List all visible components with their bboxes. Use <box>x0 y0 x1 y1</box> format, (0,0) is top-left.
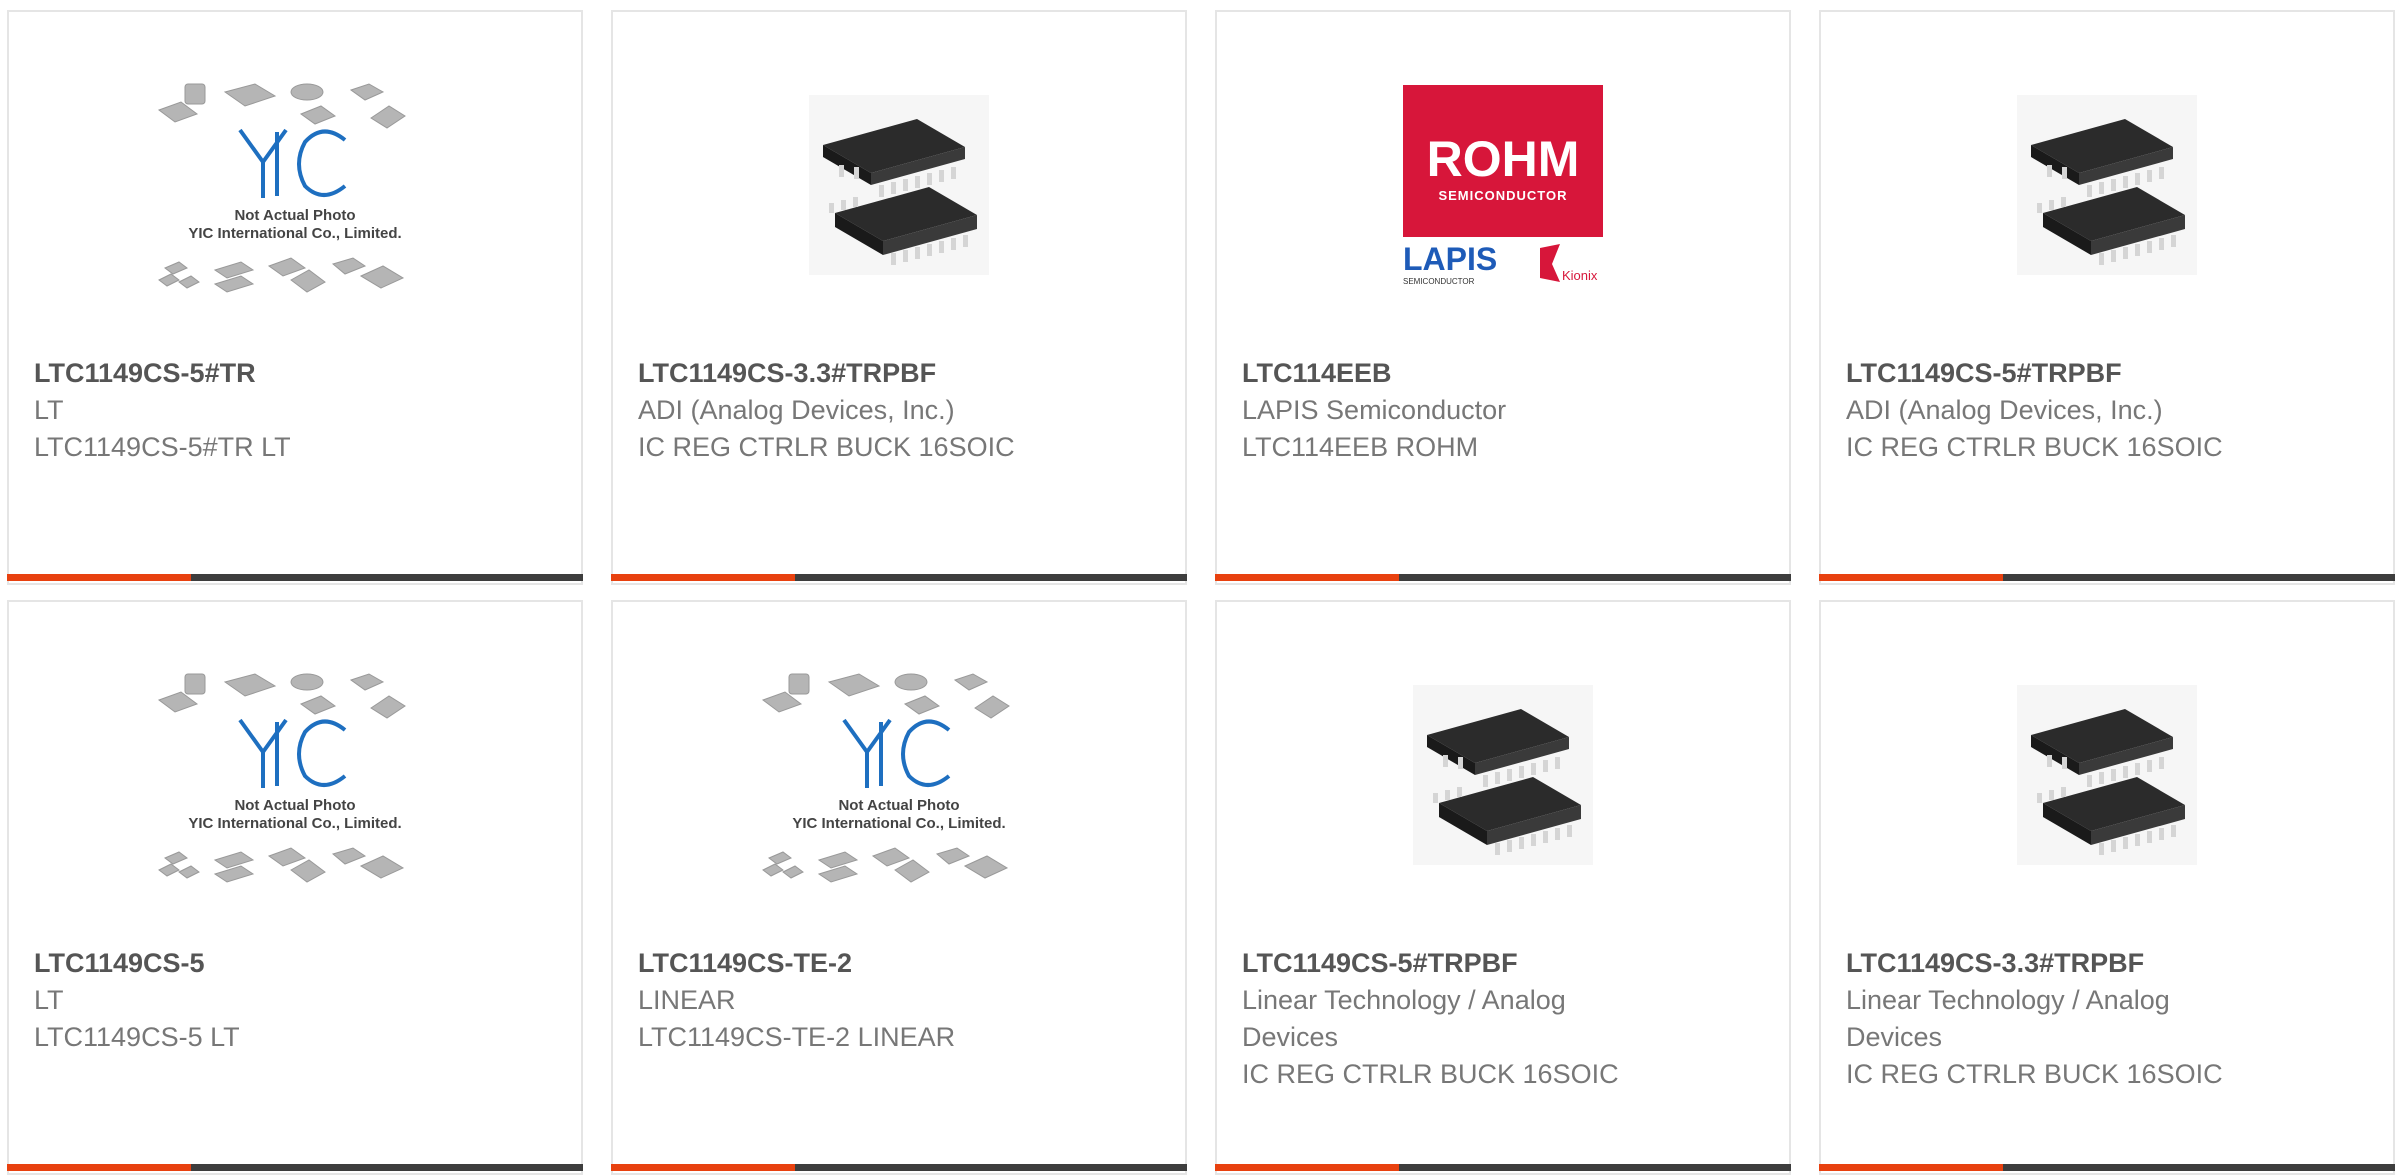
card-bottom-bar <box>1819 1164 2395 1171</box>
yic-placeholder-image: Not Actual Photo YIC International Co., … <box>761 672 1010 883</box>
card-accent-bar <box>1215 1164 1399 1171</box>
card-accent-bar <box>611 1164 795 1171</box>
placeholder-text-2: YIC International Co., Limited. <box>188 815 401 832</box>
product-card[interactable]: LTC1149CS-5#TRPBF ADI (Analog Devices, I… <box>1819 10 2395 585</box>
placeholder-text-1: Not Actual Photo <box>838 797 959 814</box>
description: LTC114EEB ROHM <box>1242 432 1479 462</box>
product-card[interactable]: Not Actual Photo YIC International Co., … <box>7 600 583 1175</box>
placeholder-text-1: Not Actual Photo <box>234 797 355 814</box>
product-image[interactable] <box>1821 602 2393 947</box>
product-card[interactable]: ROHM SEMICONDUCTOR LAPIS SEMICONDUCTOR K… <box>1215 10 1791 585</box>
card-accent-bar <box>611 574 795 581</box>
card-bottom-bar <box>7 1164 583 1171</box>
part-number[interactable]: LTC114EEB <box>1242 355 1764 392</box>
manufacturer: LT <box>34 395 64 425</box>
card-bottom-bar <box>1215 1164 1791 1171</box>
card-bottom-bar <box>7 574 583 581</box>
product-image[interactable] <box>613 12 1185 357</box>
card-bottom-bar <box>611 1164 1187 1171</box>
manufacturer: LINEAR <box>638 985 736 1015</box>
description: LTC1149CS-TE-2 LINEAR <box>638 1022 956 1052</box>
product-image[interactable] <box>1217 602 1789 947</box>
soic-chip-image <box>2017 684 2197 865</box>
manufacturer: ADI (Analog Devices, Inc.) <box>1846 395 2163 425</box>
rohm-text: ROHM <box>1427 131 1580 187</box>
part-number[interactable]: LTC1149CS-5#TRPBF <box>1846 355 2368 392</box>
part-number[interactable]: LTC1149CS-5#TR <box>34 355 556 392</box>
manufacturer: LAPIS Semiconductor <box>1242 395 1507 425</box>
product-card[interactable]: LTC1149CS-5#TRPBF Linear Technology / An… <box>1215 600 1791 1175</box>
part-number[interactable]: LTC1149CS-5 <box>34 945 556 982</box>
card-bottom-bar <box>1215 574 1791 581</box>
part-number[interactable]: LTC1149CS-3.3#TRPBF <box>638 355 1160 392</box>
soic-chip-image <box>2017 94 2197 275</box>
product-image[interactable]: Not Actual Photo YIC International Co., … <box>613 602 1185 947</box>
placeholder-text-2: YIC International Co., Limited. <box>188 225 401 242</box>
description: IC REG CTRLR BUCK 16SOIC <box>1846 432 2223 462</box>
description: IC REG CTRLR BUCK 16SOIC <box>1846 1059 2223 1089</box>
product-card[interactable]: Not Actual Photo YIC International Co., … <box>7 10 583 585</box>
part-number[interactable]: LTC1149CS-5#TRPBF <box>1242 945 1629 982</box>
manufacturer: Linear Technology / Analog Devices <box>1846 985 2170 1052</box>
description: LTC1149CS-5 LT <box>34 1022 240 1052</box>
part-number[interactable]: LTC1149CS-3.3#TRPBF <box>1846 945 2233 982</box>
placeholder-text-2: YIC International Co., Limited. <box>792 815 1005 832</box>
card-bottom-bar <box>1819 574 2395 581</box>
product-card[interactable]: Not Actual Photo YIC International Co., … <box>611 600 1187 1175</box>
description: IC REG CTRLR BUCK 16SOIC <box>638 432 1015 462</box>
placeholder-text-1: Not Actual Photo <box>234 207 355 224</box>
manufacturer: Linear Technology / Analog Devices <box>1242 985 1566 1052</box>
product-image[interactable]: Not Actual Photo YIC International Co., … <box>9 602 581 947</box>
manufacturer: ADI (Analog Devices, Inc.) <box>638 395 955 425</box>
product-image[interactable] <box>1821 12 2393 357</box>
product-card[interactable]: LTC1149CS-3.3#TRPBF Linear Technology / … <box>1819 600 2395 1175</box>
kionix-text: Kionix <box>1562 268 1598 283</box>
product-card[interactable]: LTC1149CS-3.3#TRPBF ADI (Analog Devices,… <box>611 10 1187 585</box>
card-accent-bar <box>1819 574 2003 581</box>
description: LTC1149CS-5#TR LT <box>34 432 291 462</box>
card-accent-bar <box>7 574 191 581</box>
manufacturer: LT <box>34 985 64 1015</box>
lapis-text: LAPIS <box>1403 241 1497 277</box>
product-image[interactable]: ROHM SEMICONDUCTOR LAPIS SEMICONDUCTOR K… <box>1217 12 1789 357</box>
yic-placeholder-image: Not Actual Photo YIC International Co., … <box>157 672 406 883</box>
description: IC REG CTRLR BUCK 16SOIC <box>1242 1059 1619 1089</box>
soic-chip-image <box>1413 684 1593 865</box>
semiconductor-text: SEMICONDUCTOR <box>1438 188 1567 203</box>
product-image[interactable]: Not Actual Photo YIC International Co., … <box>9 12 581 357</box>
card-accent-bar <box>1819 1164 2003 1171</box>
card-bottom-bar <box>611 574 1187 581</box>
part-number[interactable]: LTC1149CS-TE-2 <box>638 945 1160 982</box>
card-accent-bar <box>1215 574 1399 581</box>
card-accent-bar <box>7 1164 191 1171</box>
lapis-sub-text: SEMICONDUCTOR <box>1403 277 1475 286</box>
soic-chip-image <box>809 94 989 275</box>
yic-placeholder-image: Not Actual Photo YIC International Co., … <box>157 82 406 293</box>
rohm-logo-image: ROHM SEMICONDUCTOR LAPIS SEMICONDUCTOR K… <box>1403 84 1603 286</box>
